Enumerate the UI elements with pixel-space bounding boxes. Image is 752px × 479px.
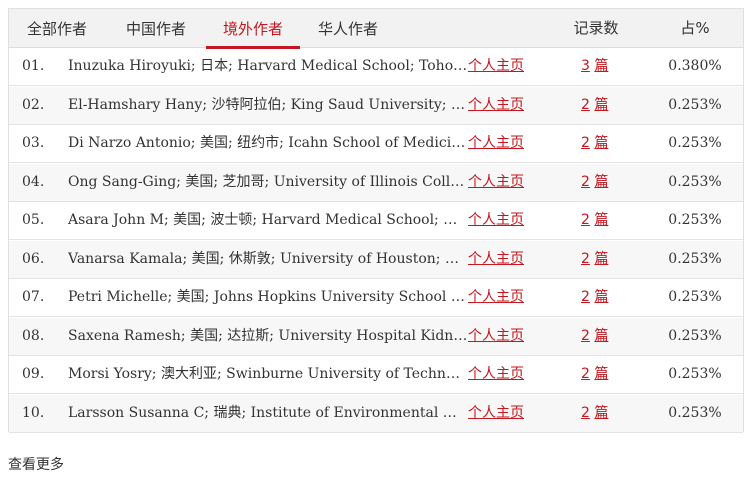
record-count: 2 篇	[581, 125, 608, 162]
record-count: 2 篇	[581, 241, 608, 278]
table-row: 04. Ong Sang-Ging; 美国; 芝加哥; University of…	[9, 163, 743, 202]
record-unit-link[interactable]: 篇	[594, 328, 608, 344]
rank-number: 05.	[22, 212, 45, 228]
personal-homepage-link[interactable]: 个人主页	[468, 356, 524, 393]
rank-number: 06.	[22, 250, 45, 267]
rank-number: 02.	[22, 96, 45, 113]
rank-number: 07.	[22, 289, 45, 305]
record-count-link[interactable]: 2	[581, 212, 590, 228]
rank-number: 03.	[22, 135, 45, 151]
rank-number: 09.	[22, 366, 45, 382]
percent-value: 0.253%	[668, 135, 722, 151]
author-ranking-panel: 全部作者 中国作者 境外作者 华人作者 记录数 占% 01. Inuzuka Hi…	[8, 8, 744, 433]
table-row: 01. Inuzuka Hiroyuki; 日本; Harvard Medical…	[9, 48, 743, 86]
record-count-link[interactable]: 2	[581, 289, 590, 305]
author-info: Larsson Susanna C; 瑞典; Institute of Envi…	[68, 404, 468, 421]
record-count: 2 篇	[581, 395, 608, 432]
view-more-link[interactable]: 查看更多	[8, 454, 64, 474]
author-info: Morsi Yosry; 澳大利亚; Swinburne University …	[68, 366, 468, 382]
record-count: 2 篇	[581, 279, 608, 316]
personal-homepage-link[interactable]: 个人主页	[468, 279, 524, 316]
table-row: 06. Vanarsa Kamala; 美国; 休斯敦; University o…	[9, 240, 743, 279]
percent-value: 0.253%	[668, 96, 722, 113]
record-count-link[interactable]: 2	[581, 251, 590, 267]
percent-value: 0.253%	[668, 173, 722, 190]
personal-homepage-link[interactable]: 个人主页	[468, 164, 524, 201]
percent-value: 0.253%	[668, 212, 722, 228]
table-header: 全部作者 中国作者 境外作者 华人作者 记录数 占%	[9, 9, 743, 49]
record-count-link[interactable]: 3	[581, 58, 590, 74]
personal-homepage-link[interactable]: 个人主页	[468, 202, 524, 239]
author-info: Petri Michelle; 美国; Johns Hopkins Univer…	[68, 289, 468, 305]
record-unit-link[interactable]: 篇	[594, 289, 608, 305]
table-row: 05. Asara John M; 美国; 波士顿; Harvard Medica…	[9, 202, 743, 240]
record-count: 2 篇	[581, 164, 608, 201]
author-info: Inuzuka Hiroyuki; 日本; Harvard Medical Sc…	[68, 58, 468, 74]
tab-ethnic-chinese-authors[interactable]: 华人作者	[315, 9, 381, 47]
author-info: El-Hamshary Hany; 沙特阿拉伯; King Saud Unive…	[68, 96, 468, 113]
record-count: 2 篇	[581, 356, 608, 393]
record-unit-link[interactable]: 篇	[594, 58, 608, 74]
author-info: Saxena Ramesh; 美国; 达拉斯; University Hospi…	[68, 327, 468, 344]
author-info: Vanarsa Kamala; 美国; 休斯敦; University of H…	[68, 250, 468, 267]
record-count: 2 篇	[581, 87, 608, 124]
record-count-link[interactable]: 2	[581, 174, 590, 190]
percent-value: 0.253%	[668, 366, 722, 382]
percent-value: 0.253%	[668, 404, 722, 421]
personal-homepage-link[interactable]: 个人主页	[468, 125, 524, 162]
rank-number: 08.	[22, 327, 45, 344]
author-info: Ong Sang-Ging; 美国; 芝加哥; University of Il…	[68, 173, 468, 190]
percent-value: 0.380%	[668, 58, 722, 74]
personal-homepage-link[interactable]: 个人主页	[468, 87, 524, 124]
personal-homepage-link[interactable]: 个人主页	[468, 318, 524, 355]
record-unit-link[interactable]: 篇	[594, 212, 608, 228]
record-unit-link[interactable]: 篇	[594, 251, 608, 267]
personal-homepage-link[interactable]: 个人主页	[468, 395, 524, 432]
tab-all-authors[interactable]: 全部作者	[24, 9, 90, 47]
table-row: 02. El-Hamshary Hany; 沙特阿拉伯; King Saud Un…	[9, 86, 743, 125]
record-count: 2 篇	[581, 202, 608, 239]
record-count-link[interactable]: 2	[581, 97, 590, 113]
tab-overseas-authors[interactable]: 境外作者	[206, 9, 300, 49]
rank-number: 01.	[22, 58, 45, 74]
percent-value: 0.253%	[668, 250, 722, 267]
record-count: 2 篇	[581, 318, 608, 355]
record-unit-link[interactable]: 篇	[594, 366, 608, 382]
column-header-percent: 占%	[680, 19, 710, 37]
record-count-link[interactable]: 2	[581, 328, 590, 344]
record-count-link[interactable]: 2	[581, 135, 590, 151]
record-unit-link[interactable]: 篇	[594, 97, 608, 113]
table-row: 03. Di Narzo Antonio; 美国; 纽约市; Icahn Scho…	[9, 125, 743, 163]
author-info: Asara John M; 美国; 波士顿; Harvard Medical S…	[68, 212, 468, 228]
record-unit-link[interactable]: 篇	[594, 174, 608, 190]
author-info: Di Narzo Antonio; 美国; 纽约市; Icahn School …	[68, 135, 468, 151]
record-count-link[interactable]: 2	[581, 366, 590, 382]
rank-number: 04.	[22, 173, 45, 190]
record-count-link[interactable]: 2	[581, 405, 590, 421]
table-row: 09. Morsi Yosry; 澳大利亚; Swinburne Universi…	[9, 356, 743, 394]
percent-value: 0.253%	[668, 327, 722, 344]
table-row: 07. Petri Michelle; 美国; Johns Hopkins Uni…	[9, 279, 743, 317]
personal-homepage-link[interactable]: 个人主页	[468, 241, 524, 278]
record-count: 3 篇	[581, 48, 608, 85]
table-row: 10. Larsson Susanna C; 瑞典; Institute of E…	[9, 394, 743, 433]
rank-number: 10.	[22, 404, 45, 421]
record-unit-link[interactable]: 篇	[594, 135, 608, 151]
percent-value: 0.253%	[668, 289, 722, 305]
column-header-records: 记录数	[573, 19, 619, 37]
tab-chinese-authors[interactable]: 中国作者	[123, 9, 189, 47]
table-row: 08. Saxena Ramesh; 美国; 达拉斯; University Ho…	[9, 317, 743, 356]
record-unit-link[interactable]: 篇	[594, 405, 608, 421]
personal-homepage-link[interactable]: 个人主页	[468, 48, 524, 85]
